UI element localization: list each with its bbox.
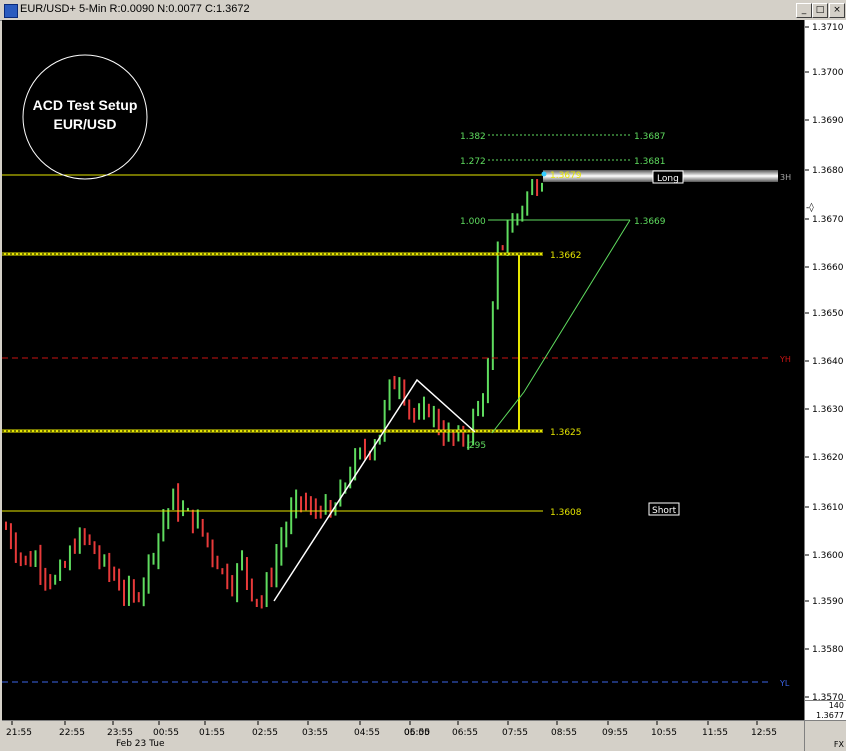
price-tick-label: 1.3580 — [812, 645, 844, 655]
maximize-button[interactable]: □ — [812, 3, 828, 18]
yl-label: YL — [779, 679, 790, 688]
axis-corner: FX — [804, 720, 846, 751]
price-marker: -◊ — [806, 202, 814, 213]
price-tick-label: 1.3630 — [812, 405, 844, 415]
fib-ratio-1382: 1.382 — [460, 132, 486, 142]
price-tick-label: 1.3650 — [812, 309, 844, 319]
price-tick-label: 1.3640 — [812, 357, 844, 367]
time-tick-label: 08:55 — [551, 728, 577, 738]
price-tick-label: 1.3690 — [812, 116, 844, 126]
setup-title: ACD Test Setup — [33, 97, 138, 113]
price-tick-label: 1.3660 — [812, 263, 844, 273]
fx-label: FX — [833, 740, 844, 749]
time-tick-label: 22:55 — [59, 728, 85, 738]
price-chart[interactable]: 1.382 1.3687 1.272 1.3681 1.000 1.3669 .… — [2, 20, 804, 720]
time-tick-label: 12:55 — [751, 728, 777, 738]
volume-value: 140 — [828, 701, 844, 710]
last-price-value: 1.3677 — [816, 711, 844, 720]
price-tick-label: 1.3590 — [812, 597, 844, 607]
price-tick-label: 1.3670 — [812, 215, 844, 225]
time-tick-label: 03:55 — [302, 728, 328, 738]
price-tick-label: 1.3620 — [812, 453, 844, 463]
level-label-13662: 1.3662 — [550, 251, 582, 261]
price-tick-label: 1.3710 — [812, 23, 844, 33]
fib-ratio-1272: 1.272 — [460, 157, 486, 167]
time-tick-label: 06:55 — [452, 728, 478, 738]
last-price-dot — [541, 171, 547, 177]
time-tick-label: 01:55 — [199, 728, 225, 738]
fib-price-1272: 1.3681 — [634, 157, 666, 167]
fib-price-1000: 1.3669 — [634, 217, 666, 227]
fib-ratio-295: .295 — [466, 441, 486, 451]
level-label-13608: 1.3608 — [550, 508, 582, 518]
time-tick-label: 10:55 — [651, 728, 677, 738]
price-tick-label: 1.3570 — [812, 693, 844, 700]
three-h-label: 3H — [780, 173, 791, 182]
time-tick-label: 04:55 — [354, 728, 380, 738]
price-tick-label: 1.3700 — [812, 68, 844, 78]
date-label: Feb 23 Tue — [116, 739, 165, 749]
fib-ratio-1000: 1.000 — [460, 217, 486, 227]
close-button[interactable]: × — [829, 3, 845, 18]
price-tick-label: 1.3610 — [812, 503, 844, 513]
price-axis[interactable]: -◊ 1.3710 1.3700 1.3690 1.3680 1.3670 1.3660 1… — [804, 20, 846, 700]
price-tick-label: 1.3680 — [812, 166, 844, 176]
fib-price-1382: 1.3687 — [634, 132, 666, 142]
short-label: Short — [652, 506, 677, 516]
time-tick-label: 00:55 — [153, 728, 179, 738]
setup-symbol: EUR/USD — [53, 116, 116, 132]
price-bars — [5, 178, 543, 609]
chart-window: EUR/USD+ 5-Min R:0.0090 N:0.0077 C:1.367… — [0, 0, 846, 751]
abc-wedge-line — [273, 378, 476, 602]
window-title: EUR/USD+ 5-Min R:0.0090 N:0.0077 C:1.367… — [20, 3, 250, 15]
chart-svg: 1.382 1.3687 1.272 1.3681 1.000 1.3669 .… — [2, 54, 791, 688]
time-tick-label: 06:00 — [404, 728, 430, 738]
time-axis[interactable]: Feb 23 Tue 21:55 22:55 23:55 00:55 01:55 02:5… — [2, 720, 804, 751]
title-bar[interactable]: EUR/USD+ 5-Min R:0.0090 N:0.0077 C:1.367… — [0, 0, 846, 21]
minimize-button[interactable]: _ — [796, 3, 812, 18]
time-tick-label: 21:55 — [6, 728, 32, 738]
time-tick-label: 09:55 — [602, 728, 628, 738]
yh-label: YH — [779, 355, 791, 364]
level-label-13679: 1.3679 — [550, 171, 582, 181]
volume-readout: 140 1.3677 — [804, 700, 846, 721]
level-label-13625: 1.3625 — [550, 428, 582, 438]
long-label: Long — [657, 174, 679, 184]
time-tick-label: 07:55 — [502, 728, 528, 738]
time-tick-label: 11:55 — [702, 728, 728, 738]
price-tick-label: 1.3600 — [812, 551, 844, 561]
time-tick-label: 23:55 — [107, 728, 133, 738]
time-tick-label: 02:55 — [252, 728, 278, 738]
app-icon — [4, 4, 18, 18]
